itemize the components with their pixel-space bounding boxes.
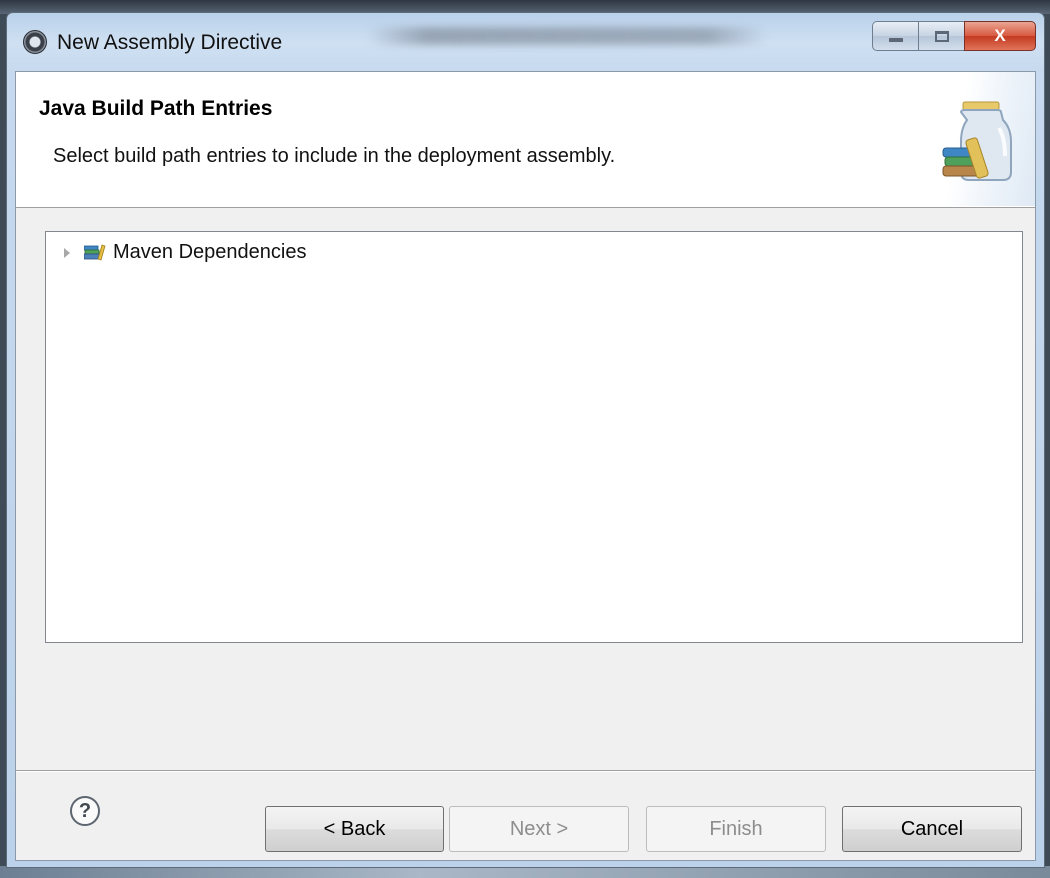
expand-arrow-icon[interactable] xyxy=(64,248,70,258)
dialog-client-area: Java Build Path Entries Select build pat… xyxy=(15,71,1036,861)
maximize-button[interactable] xyxy=(918,21,964,51)
finish-button[interactable]: Finish xyxy=(646,806,826,852)
close-button[interactable]: X xyxy=(964,21,1036,51)
tree-item-maven-dependencies[interactable]: Maven Dependencies xyxy=(64,239,306,265)
footer-separator xyxy=(16,770,1035,772)
eclipse-app-icon xyxy=(23,30,47,54)
window-title: New Assembly Directive xyxy=(57,31,283,54)
tree-item-label: Maven Dependencies xyxy=(113,240,307,263)
maximize-icon xyxy=(934,30,949,42)
banner-image xyxy=(895,72,1035,206)
back-button[interactable]: < Back xyxy=(265,806,444,852)
library-jar-icon xyxy=(942,101,1012,181)
blurred-background-title xyxy=(367,27,767,45)
title-bar[interactable]: New Assembly Directive X xyxy=(7,13,1044,69)
page-description: Select build path entries to include in … xyxy=(53,145,616,167)
close-icon: X xyxy=(994,26,1006,45)
wizard-header: Java Build Path Entries Select build pat… xyxy=(16,72,1035,208)
caption-buttons: X xyxy=(872,21,1036,51)
minimize-button[interactable] xyxy=(872,21,918,51)
help-icon: ? xyxy=(78,799,92,822)
dialog-window: New Assembly Directive X Java Build Path… xyxy=(6,12,1045,868)
next-button[interactable]: Next > xyxy=(449,806,629,852)
library-icon xyxy=(84,244,106,261)
cancel-button[interactable]: Cancel xyxy=(842,806,1022,852)
help-button[interactable]: ? xyxy=(70,796,100,826)
build-path-entries-tree[interactable]: Maven Dependencies xyxy=(45,231,1023,643)
page-title: Java Build Path Entries xyxy=(39,97,273,120)
minimize-icon xyxy=(888,38,903,42)
